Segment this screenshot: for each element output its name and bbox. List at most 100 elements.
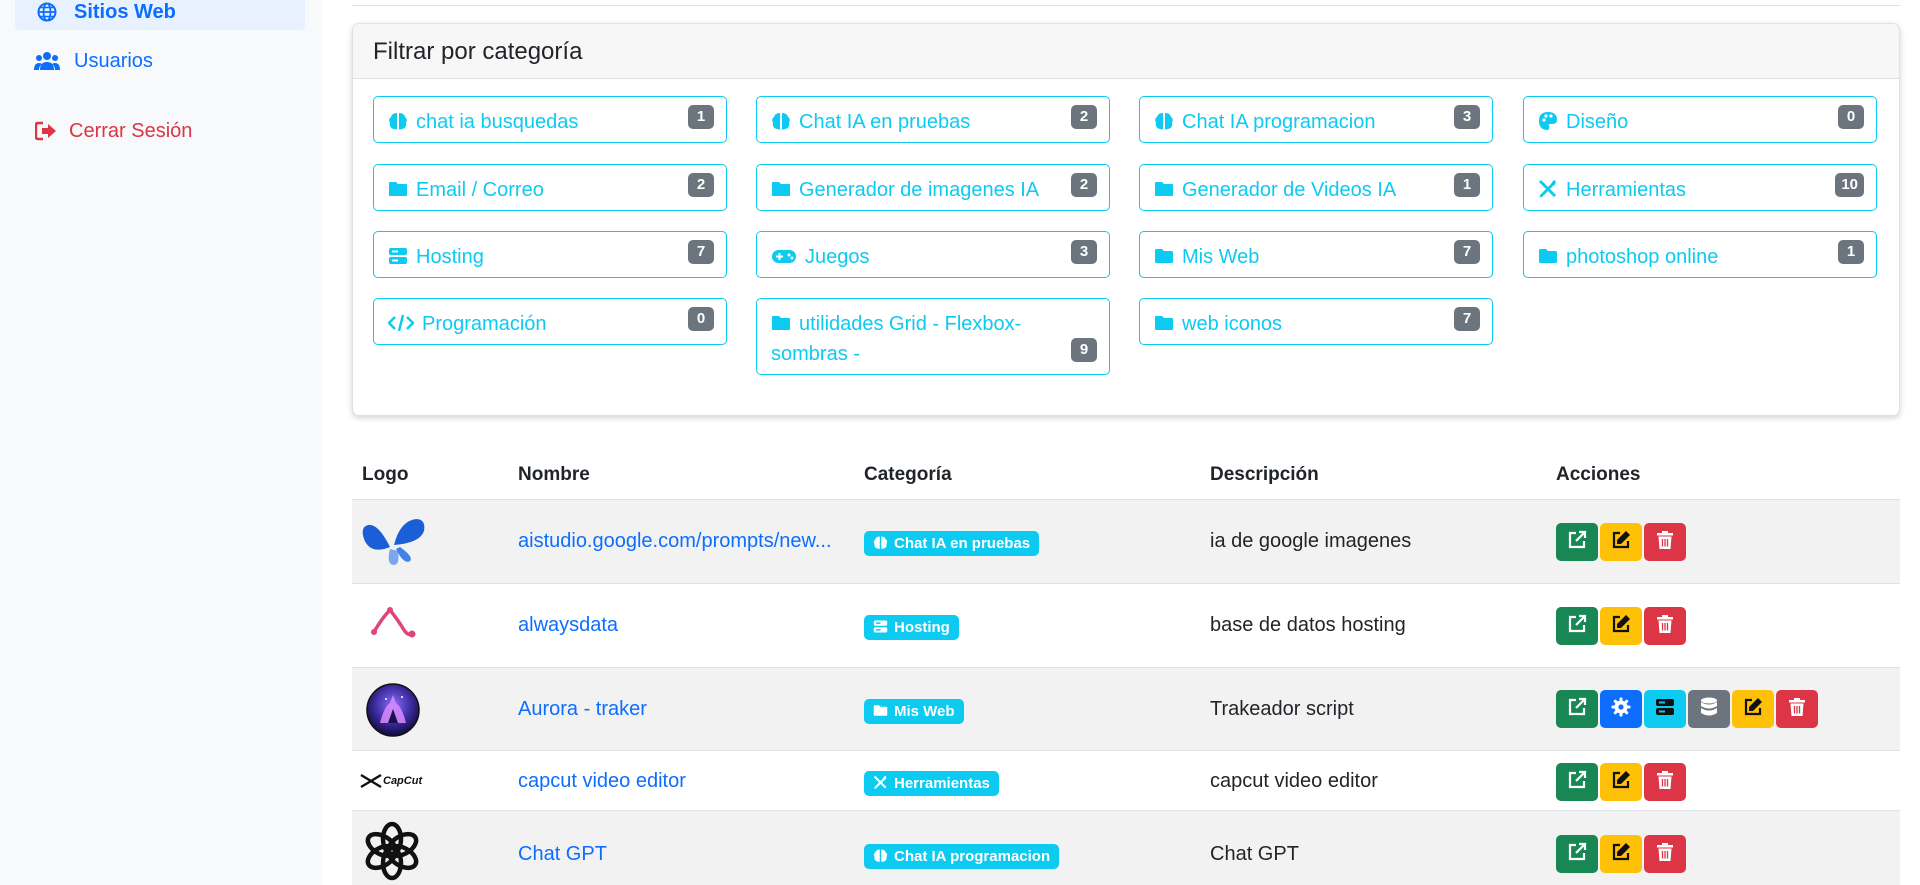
site-name-link[interactable]: Chat GPT	[518, 843, 607, 866]
edit-button[interactable]	[1600, 835, 1642, 873]
category-button[interactable]: Chat IA programacion 3	[1139, 96, 1493, 143]
category-label: web iconos	[1182, 313, 1283, 335]
sidebar-item-sitios-web[interactable]: Sitios Web	[15, 0, 305, 30]
column-header-logo: Logo	[362, 464, 409, 485]
site-name-link[interactable]: aistudio.google.com/prompts/new...	[518, 530, 832, 553]
category-count: 3	[1454, 105, 1480, 129]
category-count: 7	[1454, 240, 1480, 264]
category-button[interactable]: Email / Correo 2	[373, 164, 727, 211]
delete-button[interactable]	[1644, 835, 1686, 873]
category-button[interactable]: Generador de Videos IA 1	[1139, 164, 1493, 211]
trash-icon	[1656, 842, 1674, 867]
column-header-name: Nombre	[518, 464, 590, 485]
edit-button[interactable]	[1600, 523, 1642, 561]
divider	[352, 5, 1900, 6]
settings-button[interactable]	[1600, 690, 1642, 728]
category-button[interactable]: Chat IA en pruebas 2	[756, 96, 1110, 143]
edit-icon	[1611, 770, 1631, 795]
site-name-link[interactable]: alwaysdata	[518, 614, 618, 637]
trash-icon	[1656, 530, 1674, 555]
trash-icon	[1656, 770, 1674, 795]
category-label: Hosting	[416, 246, 484, 268]
hosting-button[interactable]	[1644, 690, 1686, 728]
site-description: capcut video editor	[1210, 770, 1378, 792]
row-actions	[1556, 835, 1686, 873]
category-count: 1	[1838, 240, 1864, 264]
tools-icon	[1538, 178, 1558, 198]
column-header-actions: Acciones	[1556, 464, 1641, 485]
category-label: Chat IA en pruebas	[799, 111, 971, 133]
delete-button[interactable]	[1644, 523, 1686, 561]
category-count: 9	[1071, 338, 1097, 362]
open-link-button[interactable]	[1556, 835, 1598, 873]
category-count: 0	[1838, 105, 1864, 129]
category-label: Generador de imagenes IA	[799, 179, 1040, 201]
brain-icon	[771, 110, 791, 130]
sidebar-item-cerrar-sesion[interactable]: Cerrar Sesión	[15, 113, 305, 149]
open-link-button[interactable]	[1556, 690, 1598, 728]
edit-icon	[1611, 842, 1631, 867]
row-actions	[1556, 690, 1818, 728]
table-row: alwaysdata Hosting base de datos hosting	[352, 584, 1900, 668]
site-name-link[interactable]: Aurora - traker	[518, 698, 647, 721]
server-icon	[873, 617, 888, 633]
gear-icon	[1611, 697, 1631, 722]
aistudio-logo	[360, 517, 426, 572]
category-button[interactable]: chat ia busquedas 1	[373, 96, 727, 143]
folder-icon	[388, 178, 408, 198]
category-count: 7	[1454, 307, 1480, 331]
category-button[interactable]: Juegos 3	[756, 231, 1110, 278]
delete-button[interactable]	[1644, 763, 1686, 801]
category-label: utilidades Grid - Flexbox- sombras -	[771, 313, 1022, 365]
category-button[interactable]: Generador de imagenes IA 2	[756, 164, 1110, 211]
tools-icon	[873, 773, 888, 789]
sidebar-item-label: Sitios Web	[74, 0, 176, 23]
category-button[interactable]: utilidades Grid - Flexbox- sombras - 9	[756, 298, 1110, 375]
folder-icon	[771, 312, 791, 332]
capcut-logo-text: CapCut	[383, 775, 423, 787]
brain-icon	[1154, 110, 1174, 130]
category-badge: Mis Web	[864, 699, 964, 724]
category-button[interactable]: Programación 0	[373, 298, 727, 345]
category-button[interactable]: Hosting 7	[373, 231, 727, 278]
category-label: Mis Web	[1182, 246, 1260, 268]
external-link-icon	[1567, 697, 1587, 722]
edit-button[interactable]	[1600, 607, 1642, 645]
column-header-category: Categoría	[864, 464, 952, 485]
category-button[interactable]: Diseño 0	[1523, 96, 1877, 143]
category-button[interactable]: photoshop online 1	[1523, 231, 1877, 278]
category-badge: Chat IA programacion	[864, 844, 1060, 869]
category-button[interactable]: web iconos 7	[1139, 298, 1493, 345]
category-label: Chat IA programacion	[1182, 111, 1376, 133]
category-label: Juegos	[805, 246, 870, 268]
category-badge: Hosting	[864, 615, 959, 640]
category-label: photoshop online	[1566, 246, 1719, 268]
open-link-button[interactable]	[1556, 523, 1598, 561]
alwaysdata-logo	[370, 604, 416, 645]
delete-button[interactable]	[1644, 607, 1686, 645]
category-badge-label: Hosting	[894, 619, 950, 636]
category-badge-label: Chat IA programacion	[894, 848, 1051, 865]
delete-button[interactable]	[1776, 690, 1818, 728]
category-button[interactable]: Herramientas 10	[1523, 164, 1877, 211]
sidebar-item-usuarios[interactable]: Usuarios	[15, 43, 305, 79]
table-row: Aurora - traker Mis Web Trakeador script	[352, 668, 1900, 751]
database-button[interactable]	[1688, 690, 1730, 728]
table-row: CapCut capcut video editor Herramientas …	[352, 751, 1900, 811]
category-count: 7	[688, 240, 714, 264]
category-button[interactable]: Mis Web 7	[1139, 231, 1493, 278]
row-actions	[1556, 607, 1686, 645]
open-link-button[interactable]	[1556, 607, 1598, 645]
sidebar-item-label: Cerrar Sesión	[69, 119, 193, 142]
edit-button[interactable]	[1600, 763, 1642, 801]
open-link-button[interactable]	[1556, 763, 1598, 801]
edit-icon	[1611, 614, 1631, 639]
external-link-icon	[1567, 842, 1587, 867]
external-link-icon	[1567, 614, 1587, 639]
site-name-link[interactable]: capcut video editor	[518, 770, 686, 793]
edit-icon	[1743, 697, 1763, 722]
edit-button[interactable]	[1732, 690, 1774, 728]
category-count: 2	[1071, 173, 1097, 197]
server-icon	[388, 245, 408, 265]
logout-icon	[33, 120, 59, 142]
